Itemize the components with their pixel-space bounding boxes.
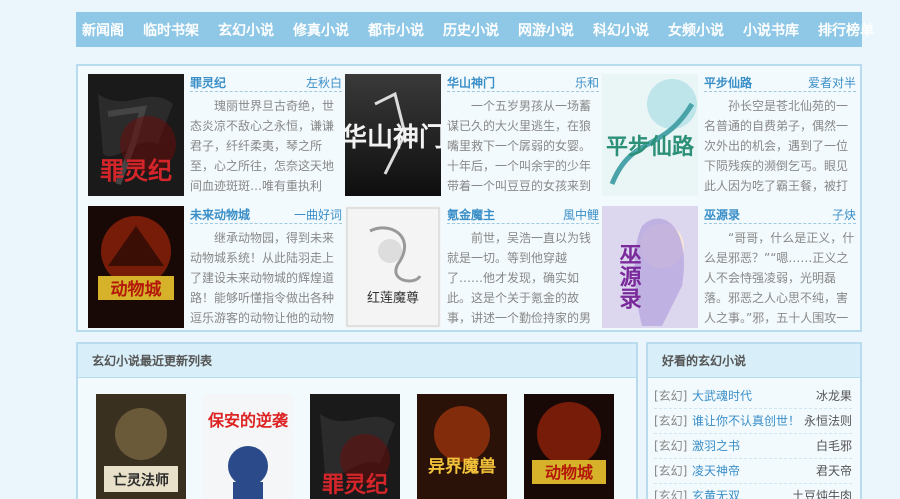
panel-heading: 玄幻小说最近更新列表 [78, 344, 636, 378]
cover-title-text: 华山神门 [345, 122, 441, 153]
book-author[interactable]: 冰龙果 [816, 384, 852, 408]
nav-library[interactable]: 小说书库 [743, 20, 799, 40]
nav-xiuzhen[interactable]: 修真小说 [293, 20, 349, 40]
book-description: 一个五岁男孩从一场蓄谋已久的大火里逃生，在狼嘴里救下一个孱弱的女婴。十年后，一个… [447, 99, 592, 193]
list-item: [玄幻] 大武魂时代 冰龙果 [654, 384, 852, 409]
cover-title-text: 罪灵纪 [322, 472, 388, 498]
category-label[interactable]: [玄幻] [654, 484, 692, 499]
book-title-link[interactable]: 谁让你不认真创世！ [692, 409, 804, 433]
book-author[interactable]: 風中鲤 [563, 206, 599, 223]
featured-books: 罪灵纪 罪灵纪 左秋白 瑰丽世界旦古奇绝，世态炎凉不敌心之永恒，谦谦君子，纤纤柔… [76, 64, 862, 332]
list-item: [玄幻] 激羽之书 白毛邪 [654, 434, 852, 459]
featured-card: 平步仙路 平步仙路 爱者对半 孙长空是苍北仙苑的一名普通的自费弟子，偶然一次外出… [602, 74, 860, 196]
book-description: “哥哥，什么是正义，什么是邪恶？”“嗯……正义之人不会恃强凌弱，光明磊落。邪恶之… [704, 231, 855, 325]
nav-lishi[interactable]: 历史小说 [443, 20, 499, 40]
latest-book-cover[interactable]: 动物城 [524, 394, 614, 499]
nav-bookshelf[interactable]: 临时书架 [143, 20, 199, 40]
book-author[interactable]: 爱者对半 [808, 74, 856, 91]
book-description: 继承动物园，得到未来动物城系统！从此陆羽走上了建设未来动物城的辉煌道路！能够听懂… [190, 231, 335, 325]
featured-card: 红莲魔尊 氪金魔主 風中鲤 前世，吴浩一直以为钱就是一切。等到他穿越了……他才发… [345, 206, 603, 328]
latest-book-cover[interactable]: 异界魔兽 [417, 394, 507, 499]
latest-book-cover[interactable]: 罪灵纪 [310, 394, 400, 499]
category-label[interactable]: [玄幻] [654, 434, 692, 458]
book-author[interactable]: 土豆炖牛肉 [792, 484, 852, 499]
list-item: [玄幻] 谁让你不认真创世！ 永恒法则 [654, 409, 852, 434]
book-title-link[interactable]: 巫源录 [704, 206, 740, 223]
book-author[interactable]: 永恒法则 [804, 409, 852, 433]
list-item: [玄幻] 玄黄无双 土豆炖牛肉 [654, 484, 852, 499]
book-title-link[interactable]: 华山神门 [447, 74, 495, 91]
book-cover[interactable]: 华山神门 [345, 74, 441, 196]
book-author[interactable]: 白毛邪 [816, 434, 852, 458]
cover-title-text: 异界魔兽 [428, 456, 496, 477]
book-title-link[interactable]: 未来动物城 [190, 206, 250, 223]
cover-title-text: 红莲魔尊 [367, 290, 419, 306]
cover-title-text: 巫源录 [616, 243, 642, 309]
divider [447, 223, 599, 224]
book-title-link[interactable]: 氪金魔主 [447, 206, 495, 223]
divider [704, 223, 856, 224]
main-nav: 新闻阁 临时书架 玄幻小说 修真小说 都市小说 历史小说 网游小说 科幻小说 女… [76, 12, 874, 47]
featured-card: 巫源录 巫源录 子炔 “哥哥，什么是正义，什么是邪恶？”“嗯……正义之人不会恃强… [602, 206, 860, 328]
cover-title-text: 亡灵法师 [113, 472, 169, 489]
nav-news[interactable]: 新闻阁 [82, 20, 124, 40]
divider [190, 91, 342, 92]
book-title-link[interactable]: 平步仙路 [704, 74, 752, 91]
featured-card: 罪灵纪 罪灵纪 左秋白 瑰丽世界旦古奇绝，世态炎凉不敌心之永恒，谦谦君子，纤纤柔… [88, 74, 346, 196]
panel-heading: 好看的玄幻小说 [648, 344, 860, 378]
book-cover[interactable]: 平步仙路 [602, 74, 698, 196]
divider [447, 91, 599, 92]
cover-title-text: 罪灵纪 [100, 157, 172, 185]
list-item: [玄幻] 凌天神帝 君天帝 [654, 459, 852, 484]
latest-updates-panel: 玄幻小说最近更新列表 亡灵法师 保安的逆袭 罪灵纪 异界魔兽 动物城 [76, 342, 638, 499]
book-title-link[interactable]: 罪灵纪 [190, 74, 226, 91]
nav-ranking[interactable]: 排行榜单 [818, 20, 874, 40]
recommended-list: [玄幻] 大武魂时代 冰龙果 [玄幻] 谁让你不认真创世！ 永恒法则 [玄幻] 激羽之书白… [654, 384, 852, 499]
nav-nvpin[interactable]: 女频小说 [668, 20, 724, 40]
book-author[interactable]: 乐和 [575, 74, 599, 91]
category-label[interactable]: [玄幻] [654, 384, 692, 408]
cover-title-text: 平步仙路 [606, 134, 695, 160]
book-title-link[interactable]: 凌天神帝 [692, 459, 816, 483]
latest-book-cover[interactable]: 亡灵法师 [96, 394, 186, 499]
featured-card: 华山神门 华山神门 乐和 一个五岁男孩从一场蓄谋已久的大火里逃生，在狼嘴里救下一… [345, 74, 603, 196]
book-cover[interactable]: 动物城 [88, 206, 184, 328]
book-description: 瑰丽世界旦古奇绝，世态炎凉不敌心之永恒，谦谦君子，纤纤柔夷，琴之所至，心之所往，… [190, 99, 335, 193]
book-title-link[interactable]: 大武魂时代 [692, 384, 816, 408]
latest-book-cover[interactable]: 保安的逆袭 [203, 394, 293, 499]
book-author[interactable]: 左秋白 [306, 74, 342, 91]
cover-title-text: 动物城 [111, 279, 162, 300]
book-cover[interactable]: 红莲魔尊 [345, 206, 441, 328]
category-label[interactable]: [玄幻] [654, 459, 692, 483]
category-label[interactable]: [玄幻] [654, 409, 692, 433]
cover-title-text: 动物城 [545, 463, 593, 482]
book-author[interactable]: 子炔 [832, 206, 856, 223]
nav-kehuan[interactable]: 科幻小说 [593, 20, 649, 40]
book-cover[interactable]: 巫源录 [602, 206, 698, 328]
divider [704, 91, 856, 92]
book-description: 前世，吴浩一直以为钱就是一切。等到他穿越了……他才发现，确实如此。这是个关于氪金… [447, 231, 592, 325]
nav-wangyou[interactable]: 网游小说 [518, 20, 574, 40]
cover-title-text: 保安的逆袭 [207, 411, 289, 430]
book-description: 孙长空是苍北仙苑的一名普通的自费弟子，偶然一次外出的机会，遇到了一位下陨残疾的濒… [704, 99, 849, 193]
recommended-panel: 好看的玄幻小说 [玄幻] 大武魂时代 冰龙果 [玄幻] 谁让你不认真创世！ 永恒法则 [… [646, 342, 862, 499]
divider [190, 223, 342, 224]
nav-xuanhuan[interactable]: 玄幻小说 [218, 20, 274, 40]
featured-card: 动物城 未来动物城 一曲好词 继承动物园，得到未来动物城系统！从此陆羽走上了建设… [88, 206, 346, 328]
book-title-link[interactable]: 玄黄无双 [692, 484, 792, 499]
nav-dushi[interactable]: 都市小说 [368, 20, 424, 40]
book-author[interactable]: 君天帝 [816, 459, 852, 483]
book-author[interactable]: 一曲好词 [294, 206, 342, 223]
book-cover[interactable]: 罪灵纪 [88, 74, 184, 196]
book-title-link[interactable]: 激羽之书 [692, 434, 816, 458]
